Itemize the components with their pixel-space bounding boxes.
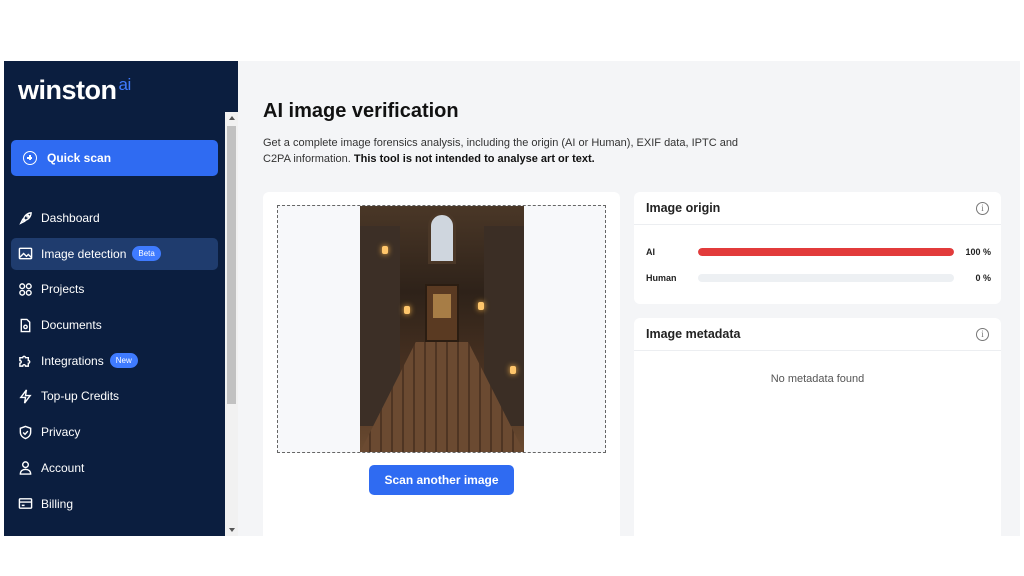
user-icon (19, 461, 32, 476)
info-icon[interactable]: i (976, 201, 989, 215)
scroll-down-icon[interactable] (229, 528, 235, 532)
sidebar-item-billing[interactable]: Billing (11, 488, 218, 520)
sidebar-item-label: Privacy (41, 425, 81, 440)
scrollbar-thumb[interactable] (227, 126, 236, 404)
sidebar-item-label: Projects (41, 282, 85, 297)
info-icon[interactable]: i (976, 327, 989, 341)
scan-another-image-button[interactable]: Scan another image (369, 465, 514, 495)
plus-circle-icon (23, 151, 37, 165)
app-frame: winston ai Quick scan Dashboard Image det… (4, 61, 1020, 536)
sidebar-item-top-up-credits[interactable]: Top-up Credits (11, 380, 218, 412)
sidebar-item-integrations[interactable]: Integrations New (11, 345, 218, 377)
lightning-icon (19, 389, 32, 404)
quick-scan-button[interactable]: Quick scan (11, 140, 218, 176)
beta-badge: Beta (132, 246, 161, 262)
grid-icon (19, 283, 32, 296)
image-metadata-header: Image metadata i (634, 318, 1001, 351)
origin-progress-fill (698, 248, 954, 256)
scroll-up-icon[interactable] (229, 116, 235, 120)
origin-label: Human (646, 273, 677, 283)
sidebar-item-label: Documents (41, 318, 102, 333)
document-icon (20, 318, 31, 332)
sidebar-item-projects[interactable]: Projects (11, 273, 218, 305)
image-origin-header: Image origin i (634, 192, 1001, 225)
sidebar-item-label: Dashboard (41, 211, 100, 225)
origin-row-ai: AI 100 % (646, 245, 991, 259)
image-origin-title: Image origin (646, 201, 721, 215)
shield-icon (19, 425, 32, 439)
origin-progress-bar (698, 248, 954, 256)
no-metadata-message: No metadata found (770, 373, 865, 385)
sidebar-item-label: Account (41, 460, 85, 475)
image-icon (18, 247, 33, 260)
puzzle-icon (19, 355, 31, 368)
image-metadata-card: Image metadata i No metadata found (634, 318, 1001, 536)
quick-scan-label: Quick scan (47, 151, 112, 165)
page-title: AI image verification (263, 100, 459, 122)
sidebar-item-label: Top-up Credits (41, 389, 120, 404)
new-badge: New (109, 353, 138, 369)
sidebar-item-label: Billing (41, 496, 74, 511)
sidebar-item-label: Image detection (41, 246, 127, 261)
image-dropzone[interactable] (277, 205, 606, 453)
sidebar-scrollbar[interactable] (225, 112, 238, 536)
origin-percent: 0 % (975, 273, 991, 283)
sidebar-item-dashboard[interactable]: Dashboard (11, 202, 218, 234)
origin-label: AI (646, 247, 655, 257)
sidebar: winston ai Quick scan Dashboard Image det… (4, 61, 238, 536)
sidebar-item-privacy[interactable]: Privacy (11, 416, 218, 448)
image-metadata-title: Image metadata (646, 327, 741, 341)
sidebar-item-account[interactable]: Account (11, 452, 218, 484)
sidebar-item-image-detection[interactable]: Image detection Beta (11, 237, 218, 270)
card-icon (18, 498, 33, 509)
winston-logo[interactable]: winston ai (18, 75, 131, 106)
origin-progress-bar (698, 274, 954, 282)
origin-row-human: Human 0 % (646, 271, 991, 285)
sidebar-nav: Dashboard Image detection Beta Projects … (11, 202, 218, 523)
origin-percent: 100 % (965, 247, 991, 257)
rocket-icon (19, 211, 32, 225)
sidebar-item-label: Integrations (41, 353, 104, 368)
upload-card: Scan another image (263, 192, 620, 536)
uploaded-image (360, 206, 524, 452)
sidebar-item-documents[interactable]: Documents (11, 309, 218, 341)
page-description: Get a complete image forensics analysis,… (263, 137, 739, 165)
image-origin-card: Image origin i AI 100 % Human 0 % (634, 192, 1001, 304)
